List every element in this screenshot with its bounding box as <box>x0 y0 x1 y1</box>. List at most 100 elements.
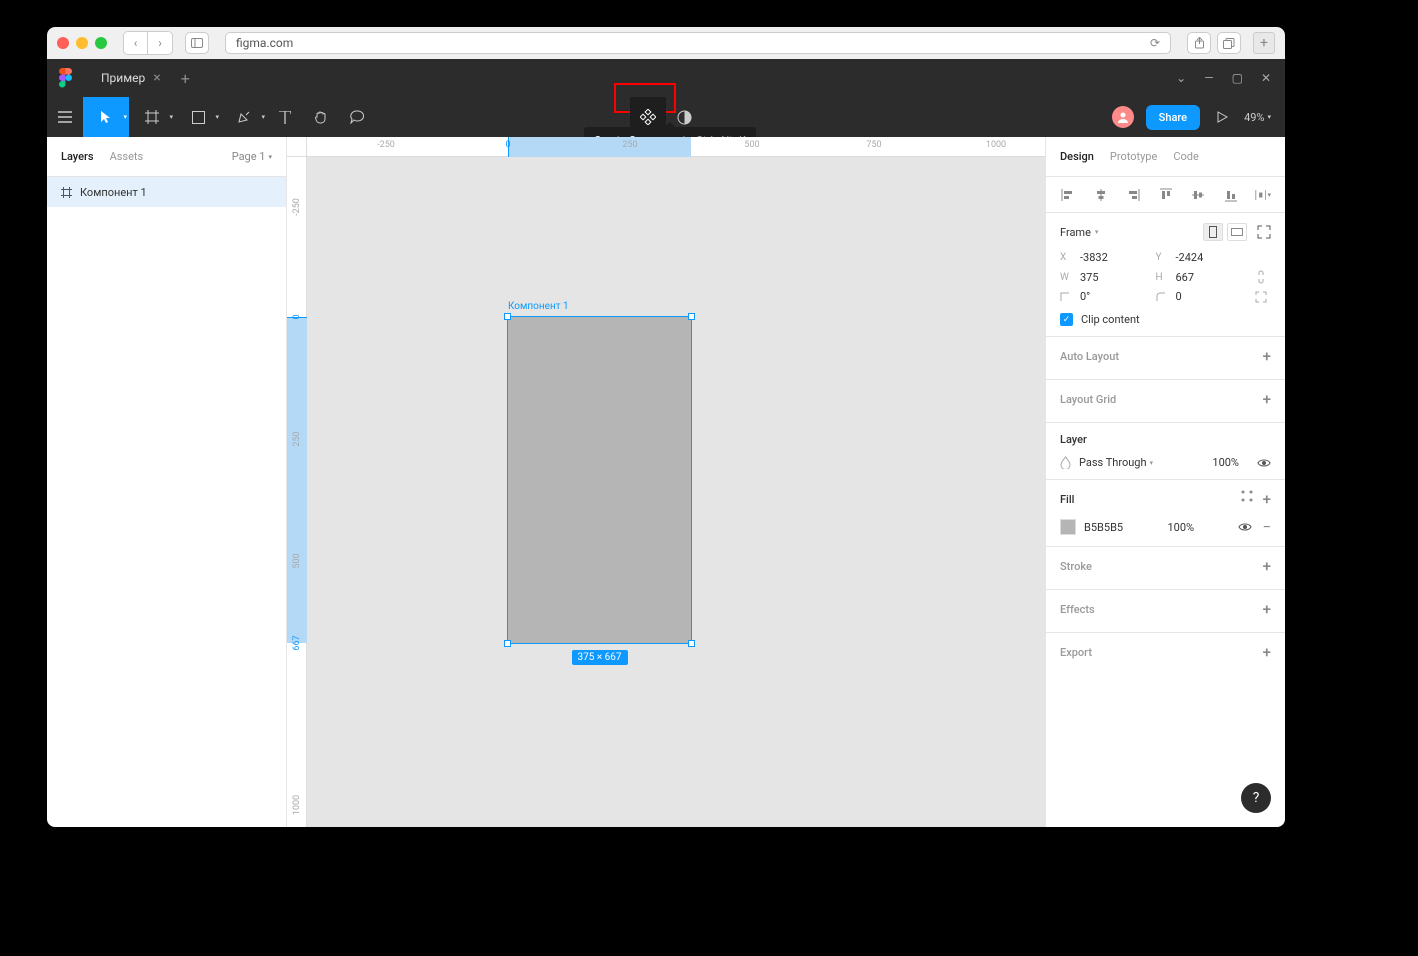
align-center-h-icon[interactable] <box>1093 187 1109 203</box>
resize-handle-ne[interactable] <box>688 313 695 320</box>
add-export-button[interactable]: + <box>1263 643 1271 661</box>
landscape-button[interactable] <box>1227 223 1247 241</box>
auto-layout-label: Auto Layout <box>1060 350 1119 363</box>
resize-handle-sw[interactable] <box>504 640 511 647</box>
frame-preset-dropdown[interactable]: Frame ▾ <box>1060 226 1098 239</box>
align-center-v-icon[interactable] <box>1190 187 1206 203</box>
stroke-label: Stroke <box>1060 560 1092 573</box>
comment-tool[interactable] <box>339 97 375 137</box>
align-bottom-icon[interactable] <box>1223 187 1239 203</box>
nav-back-button[interactable]: ‹ <box>124 32 148 54</box>
share-button[interactable]: Share <box>1146 105 1200 130</box>
layers-tab[interactable]: Layers <box>61 150 94 163</box>
ruler-tick: 500 <box>292 553 302 568</box>
align-left-icon[interactable] <box>1060 187 1076 203</box>
code-tab[interactable]: Code <box>1173 150 1198 163</box>
reload-icon[interactable]: ⟳ <box>1150 36 1160 50</box>
distribute-icon[interactable]: ▾ <box>1255 187 1271 203</box>
chevron-down-icon[interactable]: ⌄ <box>1176 71 1186 85</box>
ruler-horizontal: -250 0 250 500 750 1000 <box>307 137 1045 157</box>
align-right-icon[interactable] <box>1125 187 1141 203</box>
close-window[interactable] <box>57 37 69 49</box>
layer-opacity-input[interactable]: 100% <box>1212 456 1239 469</box>
add-layout-grid-button[interactable]: + <box>1263 390 1271 408</box>
layer-section-label: Layer <box>1060 433 1087 446</box>
ruler-tick: 750 <box>866 140 881 150</box>
blend-mode-dropdown[interactable]: Pass Through ▾ <box>1079 456 1153 469</box>
text-tool[interactable] <box>267 97 303 137</box>
h-input[interactable]: 667 <box>1176 271 1244 284</box>
add-stroke-button[interactable]: + <box>1263 557 1271 575</box>
selected-frame[interactable]: Компонент 1 375 × 667 <box>508 317 691 643</box>
chevron-down-icon: ▾ <box>1150 459 1154 467</box>
frame-icon <box>61 187 72 198</box>
ruler-tick: 1000 <box>986 140 1006 150</box>
tab-active[interactable]: Пример × <box>91 63 171 93</box>
shape-tool[interactable]: ▾ <box>175 97 221 137</box>
canvas[interactable]: -250 0 250 500 750 1000 -250 0 250 500 6… <box>287 137 1045 827</box>
zoom-display[interactable]: 49% ▾ <box>1244 111 1271 124</box>
maximize-window[interactable] <box>95 37 107 49</box>
clip-content-checkbox[interactable]: ✓ <box>1060 313 1073 326</box>
x-input[interactable]: -3832 <box>1080 251 1148 264</box>
independent-corners-icon[interactable] <box>1251 291 1271 303</box>
layer-name: Компонент 1 <box>80 186 147 199</box>
fill-opacity-input[interactable]: 100% <box>1167 521 1194 534</box>
style-icon[interactable] <box>1241 490 1253 508</box>
page-selector[interactable]: Page 1 ▾ <box>232 150 272 163</box>
move-tool[interactable]: ▾ <box>83 97 129 137</box>
main-toolbar: ▾ ▾ ▾ ▾ <box>47 97 1285 137</box>
chevron-down-icon: ▾ <box>1267 113 1271 121</box>
share-icon[interactable] <box>1187 32 1211 54</box>
assets-tab[interactable]: Assets <box>110 150 144 163</box>
resize-handle-se[interactable] <box>688 640 695 647</box>
add-fill-button[interactable]: + <box>1263 490 1271 508</box>
close-tab-icon[interactable]: × <box>153 70 160 86</box>
design-tab[interactable]: Design <box>1060 150 1094 163</box>
user-avatar[interactable] <box>1112 106 1134 128</box>
prototype-tab[interactable]: Prototype <box>1110 150 1157 163</box>
add-effect-button[interactable]: + <box>1263 600 1271 618</box>
visibility-icon[interactable] <box>1257 458 1271 468</box>
resize-handle-nw[interactable] <box>504 313 511 320</box>
right-panel: Design Prototype Code ▾ Frame ▾ <box>1045 137 1285 827</box>
constrain-proportions-icon[interactable] <box>1251 270 1271 284</box>
fill-visibility-icon[interactable] <box>1238 522 1252 532</box>
new-tab-button[interactable]: + <box>1253 32 1275 54</box>
fill-swatch[interactable] <box>1060 519 1076 535</box>
tabs-icon[interactable] <box>1217 32 1241 54</box>
y-input[interactable]: -2424 <box>1176 251 1244 264</box>
export-section: Export + <box>1046 633 1285 675</box>
rotation-input[interactable]: 0° <box>1080 290 1148 303</box>
add-auto-layout-button[interactable]: + <box>1263 347 1271 365</box>
help-button[interactable]: ? <box>1241 783 1271 813</box>
window-maximize-icon[interactable]: ▢ <box>1232 71 1243 85</box>
figma-logo-icon[interactable] <box>59 68 73 88</box>
align-top-icon[interactable] <box>1158 187 1174 203</box>
x-label: X <box>1060 252 1072 263</box>
window-close-icon[interactable]: ✕ <box>1261 71 1271 85</box>
sidebar-toggle-button[interactable] <box>185 32 209 54</box>
y-label: Y <box>1156 252 1168 263</box>
frame-tool[interactable]: ▾ <box>129 97 175 137</box>
url-text: figma.com <box>236 36 293 50</box>
frame-label[interactable]: Компонент 1 <box>508 301 569 312</box>
radius-input[interactable]: 0 <box>1176 290 1244 303</box>
menu-button[interactable] <box>47 97 83 137</box>
fill-hex-input[interactable]: B5B5B5 <box>1084 521 1123 534</box>
window-minimize-icon[interactable]: — <box>1204 71 1213 85</box>
url-bar[interactable]: figma.com ⟳ <box>225 32 1171 54</box>
portrait-button[interactable] <box>1203 223 1223 241</box>
layer-item[interactable]: Компонент 1 <box>47 177 286 207</box>
pen-tool[interactable]: ▾ <box>221 97 267 137</box>
w-input[interactable]: 375 <box>1080 271 1148 284</box>
new-figma-tab-button[interactable]: + <box>171 69 200 88</box>
effects-label: Effects <box>1060 603 1095 616</box>
layer-section: Layer Pass Through ▾ 100% <box>1046 423 1285 480</box>
present-button[interactable] <box>1212 97 1232 137</box>
resize-to-fit-icon[interactable] <box>1257 225 1271 239</box>
remove-fill-button[interactable]: − <box>1262 518 1271 536</box>
hand-tool[interactable] <box>303 97 339 137</box>
minimize-window[interactable] <box>76 37 88 49</box>
nav-forward-button[interactable]: › <box>148 32 172 54</box>
